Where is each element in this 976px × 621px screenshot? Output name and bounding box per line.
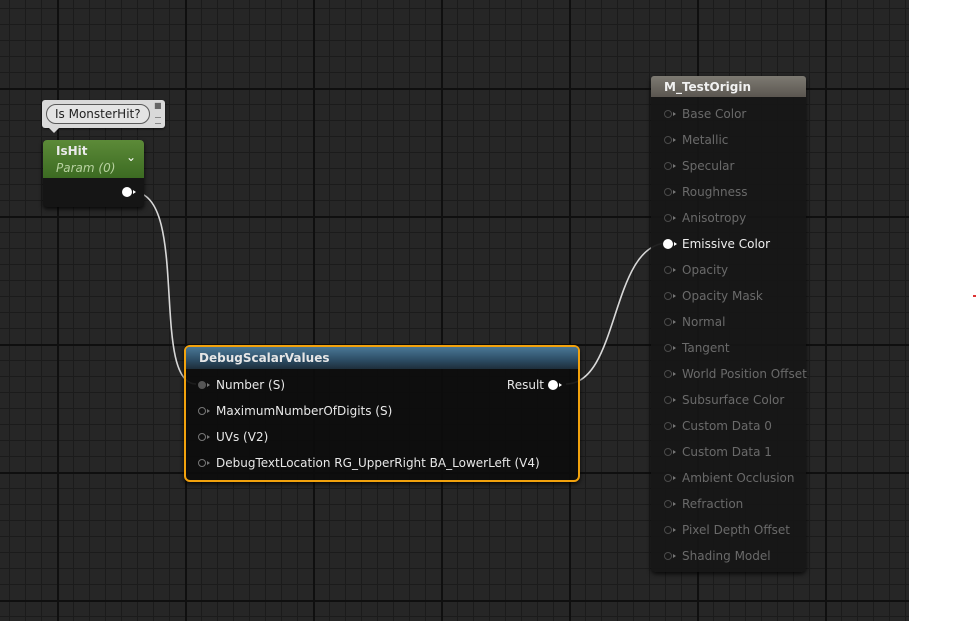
pin-icon[interactable]: ■: [154, 102, 162, 110]
exec-pin-icon[interactable]: [664, 162, 676, 170]
debug-input-label: DebugTextLocation RG_UpperRight BA_Lower…: [216, 456, 540, 470]
details-panel: [909, 0, 976, 621]
exec-pin-icon[interactable]: [664, 474, 676, 482]
exec-pin-icon[interactable]: [664, 344, 676, 352]
material-graph-canvas[interactable]: Is MonsterHit? ■ IsHit Param (0) ⌄ Debug…: [0, 0, 909, 621]
exec-pin-icon[interactable]: [548, 380, 562, 390]
exec-pin-icon[interactable]: [664, 188, 676, 196]
material-input-row[interactable]: Pixel Depth Offset: [651, 522, 801, 538]
debug-scalar-values-node[interactable]: DebugScalarValues Number (S) MaximumNumb…: [184, 345, 580, 482]
material-input-row[interactable]: Roughness: [651, 184, 801, 200]
param-node-header[interactable]: IsHit Param (0) ⌄: [43, 140, 144, 178]
material-input-row[interactable]: Ambient Occlusion: [651, 470, 801, 486]
material-input-label: Roughness: [682, 185, 748, 199]
param-node-ishit[interactable]: IsHit Param (0) ⌄: [43, 140, 144, 207]
material-input-row[interactable]: Refraction: [651, 496, 801, 512]
exec-pin-icon[interactable]: [198, 381, 210, 389]
material-input-label: Custom Data 0: [682, 419, 772, 433]
debug-input-label: UVs (V2): [216, 430, 269, 444]
material-input-label: Custom Data 1: [682, 445, 772, 459]
exec-pin-icon[interactable]: [664, 318, 676, 326]
material-input-row[interactable]: Shading Model: [651, 548, 801, 564]
param-node-subtitle: Param (0): [56, 161, 116, 175]
exec-pin-icon[interactable]: [198, 459, 210, 467]
comment-text[interactable]: Is MonsterHit?: [46, 104, 150, 124]
material-input-row[interactable]: Opacity: [651, 262, 801, 278]
material-input-label: Pixel Depth Offset: [682, 523, 790, 537]
material-input-label: Emissive Color: [682, 237, 771, 251]
exec-pin-icon[interactable]: [664, 396, 676, 404]
param-output-pin[interactable]: [122, 187, 136, 197]
debug-input-label: Number (S): [216, 378, 285, 392]
material-input-label: Specular: [682, 159, 735, 173]
comment-bubble[interactable]: Is MonsterHit? ■: [42, 100, 165, 133]
material-input-label: World Position Offset: [682, 367, 807, 381]
comment-resize-icon[interactable]: [155, 117, 161, 124]
exec-pin-icon[interactable]: [664, 370, 676, 378]
material-input-label: Base Color: [682, 107, 747, 121]
material-input-label: Opacity Mask: [682, 289, 763, 303]
exec-pin-icon[interactable]: [198, 433, 210, 441]
material-input-label: Tangent: [682, 341, 730, 355]
exec-pin-icon[interactable]: [664, 500, 676, 508]
exec-pin-icon[interactable]: [664, 422, 676, 430]
exec-pin-icon[interactable]: [664, 110, 676, 118]
material-input-label: Opacity: [682, 263, 729, 277]
material-input-row[interactable]: Tangent: [651, 340, 801, 356]
param-node-title: IsHit: [56, 144, 88, 158]
exec-pin-icon[interactable]: [664, 266, 676, 274]
material-input-row[interactable]: World Position Offset: [651, 366, 807, 382]
debug-input-label: MaximumNumberOfDigits (S): [216, 404, 393, 418]
material-input-row[interactable]: Subsurface Color: [651, 392, 801, 408]
material-input-row[interactable]: Emissive Color: [651, 236, 801, 252]
material-input-label: Normal: [682, 315, 726, 329]
exec-pin-icon[interactable]: [663, 239, 677, 249]
material-node-header[interactable]: M_TestOrigin: [651, 76, 806, 97]
debug-node-header[interactable]: DebugScalarValues: [186, 347, 578, 369]
material-input-row[interactable]: Opacity Mask: [651, 288, 801, 304]
material-input-row[interactable]: Base Color: [651, 106, 801, 122]
exec-pin-icon[interactable]: [664, 292, 676, 300]
exec-pin-icon[interactable]: [664, 214, 676, 222]
material-input-label: Ambient Occlusion: [682, 471, 795, 485]
exec-pin-icon[interactable]: [664, 136, 676, 144]
material-input-label: Refraction: [682, 497, 744, 511]
material-input-row[interactable]: Custom Data 0: [651, 418, 801, 434]
material-input-row[interactable]: Metallic: [651, 132, 801, 148]
exec-pin-icon[interactable]: [198, 407, 210, 415]
exec-pin-icon[interactable]: [664, 448, 676, 456]
material-input-label: Subsurface Color: [682, 393, 785, 407]
debug-output-result[interactable]: Result: [498, 377, 568, 393]
chevron-down-icon[interactable]: ⌄: [124, 150, 138, 164]
debug-node-title: DebugScalarValues: [199, 351, 330, 365]
material-node-title: M_TestOrigin: [664, 80, 752, 94]
material-input-row[interactable]: Normal: [651, 314, 801, 330]
debug-output-label: Result: [506, 378, 544, 392]
material-input-row[interactable]: Custom Data 1: [651, 444, 801, 460]
material-input-label: Shading Model: [682, 549, 771, 563]
material-input-row[interactable]: Specular: [651, 158, 801, 174]
material-input-label: Metallic: [682, 133, 729, 147]
exec-pin-icon[interactable]: [664, 552, 676, 560]
material-result-node[interactable]: M_TestOrigin Base Color Metallic Specular R…: [651, 76, 807, 572]
material-input-label: Anisotropy: [682, 211, 747, 225]
exec-pin-icon[interactable]: [664, 526, 676, 534]
material-input-row[interactable]: Anisotropy: [651, 210, 801, 226]
